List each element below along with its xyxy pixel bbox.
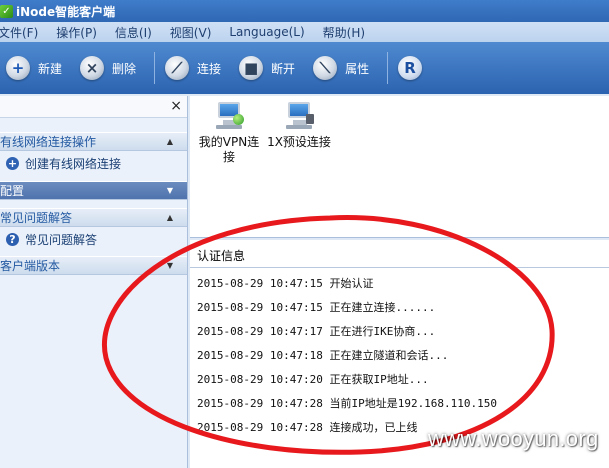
plus-icon: + bbox=[6, 56, 30, 80]
menu-language[interactable]: Language(L) bbox=[229, 25, 304, 39]
delete-label: 删除 bbox=[112, 61, 137, 76]
log-row: 2015-08-29 10:47:15 正在建立连接...... bbox=[197, 301, 436, 314]
question-icon: ? bbox=[6, 233, 19, 246]
close-icon[interactable]: × bbox=[170, 98, 182, 114]
create-wired-label: 创建有线网络连接 bbox=[25, 157, 122, 171]
connect-button[interactable]: ⟋ 连接 bbox=[165, 56, 221, 80]
properties-wrench-icon: ⟍ bbox=[313, 56, 338, 80]
menu-view[interactable]: 视图(V) bbox=[170, 24, 212, 41]
section-wired-connection[interactable]: 有线网络连接操作 ▲ bbox=[0, 132, 187, 151]
delete-x-icon: × bbox=[80, 56, 105, 80]
section-faq-label: 常见问题解答 bbox=[0, 211, 73, 225]
log-row: 2015-08-29 10:47:28 当前IP地址是192.168.110.1… bbox=[197, 397, 498, 410]
section-wired-body: + 创建有线网络连接 bbox=[0, 151, 187, 181]
r-logo-icon[interactable]: R bbox=[398, 56, 423, 80]
collapse-up-icon[interactable]: ▲ bbox=[167, 133, 173, 150]
menu-file[interactable]: 文件(F) bbox=[0, 24, 38, 41]
section-config-label: 配置 bbox=[0, 184, 25, 198]
log-row: 2015-08-29 10:47:20 正在获取IP地址... bbox=[197, 373, 429, 386]
faq-link[interactable]: ? 常见问题解答 bbox=[6, 231, 187, 248]
connect-plug-icon: ⟋ bbox=[165, 56, 190, 80]
section-config[interactable]: 配置 ▼ bbox=[0, 181, 187, 200]
delete-button[interactable]: × 删除 bbox=[80, 56, 136, 80]
menu-help[interactable]: 帮助(H) bbox=[323, 24, 365, 41]
section-faq-body: ? 常见问题解答 bbox=[0, 227, 187, 256]
connection-list: 我的VPN连 接 1X预设连接 bbox=[190, 96, 609, 238]
1x-computer-icon bbox=[284, 100, 314, 130]
auth-info-header: 认证信息 bbox=[190, 240, 609, 268]
toolbar-separator bbox=[387, 52, 389, 84]
section-faq[interactable]: 常见问题解答 ▲ bbox=[0, 208, 187, 227]
log-row: 2015-08-29 10:47:15 开始认证 bbox=[197, 277, 374, 290]
sidebar-header: × bbox=[0, 96, 187, 118]
new-label: 新建 bbox=[38, 61, 63, 76]
window-title: iNode智能客户端 bbox=[16, 4, 116, 19]
plus-circle-icon: + bbox=[6, 157, 19, 170]
vpn-computer-icon bbox=[214, 100, 244, 130]
toolbar-separator bbox=[154, 52, 156, 84]
create-wired-connection-link[interactable]: + 创建有线网络连接 bbox=[6, 155, 187, 172]
faq-link-label: 常见问题解答 bbox=[25, 233, 98, 247]
expand-down-icon[interactable]: ▼ bbox=[167, 257, 173, 274]
properties-label: 属性 bbox=[345, 61, 370, 76]
collapse-up-icon[interactable]: ▲ bbox=[167, 209, 173, 226]
inode-app-icon: ✓ bbox=[0, 4, 13, 18]
connect-label: 连接 bbox=[197, 61, 222, 76]
log-row: 2015-08-29 10:47:28 连接成功，已上线 bbox=[197, 421, 418, 434]
connection-vpn-label-2: 接 bbox=[222, 150, 235, 164]
section-wired-label: 有线网络连接操作 bbox=[0, 135, 97, 149]
sidebar: × 有线网络连接操作 ▲ + 创建有线网络连接 配置 ▼ 常见问题解答 ▲ ? … bbox=[0, 96, 188, 468]
watermark: www.wooyun.org bbox=[428, 426, 599, 451]
menu-info[interactable]: 信息(I) bbox=[115, 24, 152, 41]
menu-bar: 文件(F) 操作(P) 信息(I) 视图(V) Language(L) 帮助(H… bbox=[0, 22, 609, 42]
log-row: 2015-08-29 10:47:18 正在建立隧道和会话... bbox=[197, 349, 449, 362]
disconnect-button[interactable]: ■ 断开 bbox=[239, 56, 295, 80]
connection-vpn[interactable]: 我的VPN连 接 bbox=[194, 100, 264, 165]
stop-icon: ■ bbox=[239, 56, 264, 80]
expand-down-icon[interactable]: ▼ bbox=[167, 182, 173, 199]
disconnect-label: 断开 bbox=[271, 61, 296, 76]
connection-1x-label: 1X预设连接 bbox=[267, 135, 331, 149]
properties-button[interactable]: ⟍ 属性 bbox=[313, 56, 369, 80]
toolbar: + 新建 × 删除 ⟋ 连接 ■ 断开 ⟍ 属性 R bbox=[0, 42, 609, 94]
section-version-label: 客户端版本 bbox=[0, 259, 61, 273]
new-button[interactable]: + 新建 bbox=[6, 56, 62, 80]
menu-operation[interactable]: 操作(P) bbox=[56, 24, 97, 41]
connection-vpn-label-1: 我的VPN连 bbox=[198, 135, 260, 149]
title-bar: ✓ iNode智能客户端 bbox=[0, 0, 609, 22]
section-client-version[interactable]: 客户端版本 ▼ bbox=[0, 256, 187, 275]
connection-1x[interactable]: 1X预设连接 bbox=[264, 100, 334, 150]
log-row: 2015-08-29 10:47:17 正在进行IKE协商... bbox=[197, 325, 436, 338]
